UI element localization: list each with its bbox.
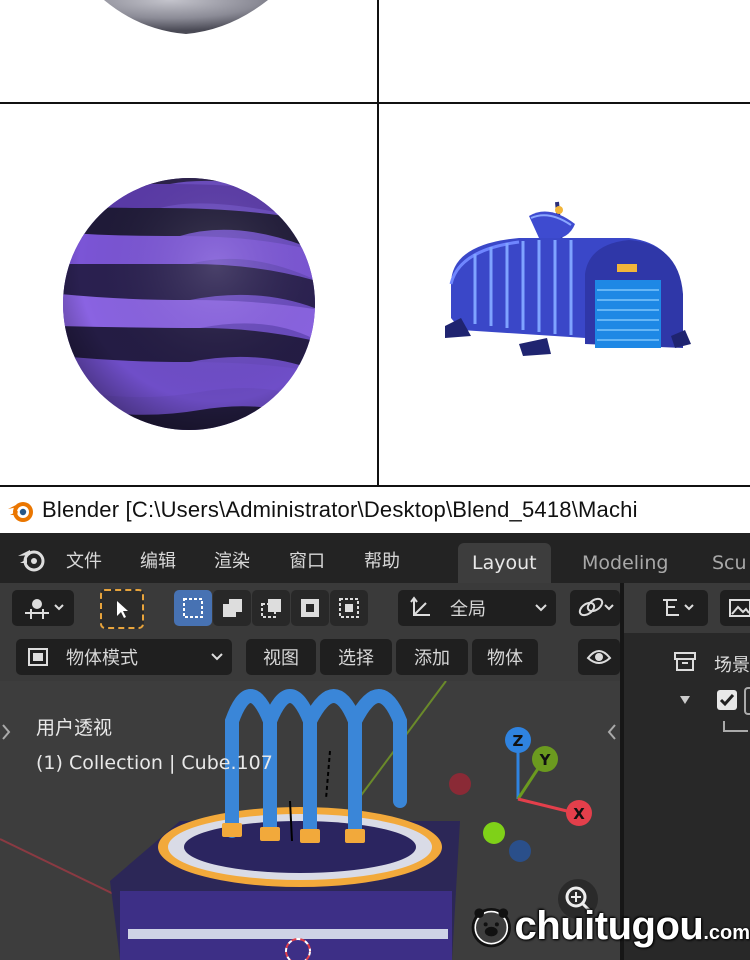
preview-cell-hangar — [379, 104, 750, 485]
menu-file[interactable]: 文件 — [66, 547, 102, 573]
grey-sphere-preview — [104, 0, 268, 34]
view-name-label: 用户透视 — [36, 717, 113, 739]
select-new-icon — [183, 598, 203, 618]
window-title: Blender [C:\Users\Administrator\Desktop\… — [42, 497, 638, 522]
navigation-gizmo[interactable]: Z Y X — [440, 721, 600, 871]
menu-window[interactable]: 窗口 — [289, 547, 325, 573]
transform-pivot-dropdown[interactable] — [12, 590, 74, 626]
menu-render[interactable]: 渲染 — [214, 547, 250, 573]
menu-view[interactable]: 视图 — [246, 639, 316, 675]
watermark: chuitugou .com — [468, 892, 750, 960]
preview-grid — [0, 0, 750, 487]
menu-add[interactable]: 添加 — [396, 639, 468, 675]
select-subtract-icon — [261, 599, 281, 618]
window-titlebar: Blender [C:\Users\Administrator\Desktop\… — [0, 487, 750, 533]
menu-select[interactable]: 选择 — [320, 639, 392, 675]
display-mode-dropdown[interactable] — [646, 590, 708, 626]
watermark-suffix: .com — [703, 921, 750, 944]
striped-planet-preview — [63, 178, 315, 430]
expand-triangle-icon[interactable] — [678, 693, 692, 707]
hangar-preview — [445, 201, 691, 356]
menu-help[interactable]: 帮助 — [364, 547, 400, 573]
select-mode-invert-button[interactable] — [291, 590, 329, 626]
collection-info-label: (1) Collection | Cube.107 — [36, 752, 273, 774]
preview-cell-planet — [0, 104, 377, 485]
tab-layout[interactable]: Layout — [458, 543, 551, 583]
select-mode-intersect-button[interactable] — [330, 590, 368, 626]
top-menu-bar: 文件 编辑 渲染 窗口 帮助 Layout Modeling Scu — [0, 533, 750, 583]
grid-divider-vertical — [377, 0, 379, 487]
collection-checkbox[interactable] — [716, 689, 738, 711]
blender-logo-icon — [8, 502, 33, 522]
viewport-header: 物体模式 视图 选择 添加 物体 — [0, 633, 620, 681]
select-extend-icon — [223, 599, 242, 617]
preview-cell-top-left — [0, 0, 377, 102]
tool-header: 全局 — [0, 583, 620, 633]
select-mode-new-button[interactable] — [174, 590, 212, 626]
blender-menu-icon[interactable] — [16, 546, 46, 572]
link-chain-icon — [578, 597, 614, 617]
object-mode-dropdown[interactable]: 物体模式 — [16, 639, 232, 675]
snapping-dropdown[interactable] — [570, 590, 620, 626]
orientation-label: 全局 — [450, 599, 486, 620]
object-mode-icon — [28, 648, 48, 666]
visibility-dropdown[interactable] — [578, 639, 620, 675]
select-tool-button[interactable] — [100, 589, 144, 629]
select-mode-extend-button[interactable] — [213, 590, 251, 626]
pivot-icon — [25, 599, 64, 619]
watermark-text: chuitugou — [514, 903, 704, 948]
image-icon — [729, 599, 750, 617]
scene-collection-icon — [674, 652, 696, 671]
menu-object[interactable]: 物体 — [472, 639, 538, 675]
tab-sculpting[interactable]: Scu — [698, 543, 750, 583]
cursor-arrow-icon — [117, 601, 128, 618]
select-intersect-icon — [339, 598, 359, 618]
bear-logo-icon — [471, 907, 511, 948]
outliner-header — [624, 583, 750, 633]
select-mode-subtract-button[interactable] — [252, 590, 290, 626]
filter-button[interactable] — [720, 590, 750, 626]
sidebar-expand-icon[interactable] — [604, 721, 620, 743]
eye-icon — [586, 650, 612, 664]
object-mode-label: 物体模式 — [66, 648, 138, 669]
menu-edit[interactable]: 编辑 — [140, 547, 176, 573]
tree-branch-icon — [723, 721, 748, 732]
toolbar-expand-icon[interactable] — [0, 721, 12, 743]
tab-modeling[interactable]: Modeling — [568, 543, 682, 583]
chevron-down-icon — [535, 604, 547, 612]
scene-collection-label: 场景 — [714, 655, 750, 676]
grid-divider-horizontal — [0, 102, 750, 104]
transform-orientation-dropdown[interactable]: 全局 — [398, 590, 556, 626]
orientation-axes-icon — [410, 596, 430, 616]
gizmo-x-label: X — [573, 805, 585, 823]
outliner-tree-icon — [663, 599, 694, 616]
collection-row-edge — [744, 687, 750, 715]
select-invert-icon — [301, 599, 319, 617]
preview-cell-top-right — [379, 0, 750, 102]
gizmo-y-label: Y — [539, 751, 552, 769]
chevron-down-icon — [211, 653, 223, 661]
gizmo-z-label: Z — [513, 732, 524, 750]
